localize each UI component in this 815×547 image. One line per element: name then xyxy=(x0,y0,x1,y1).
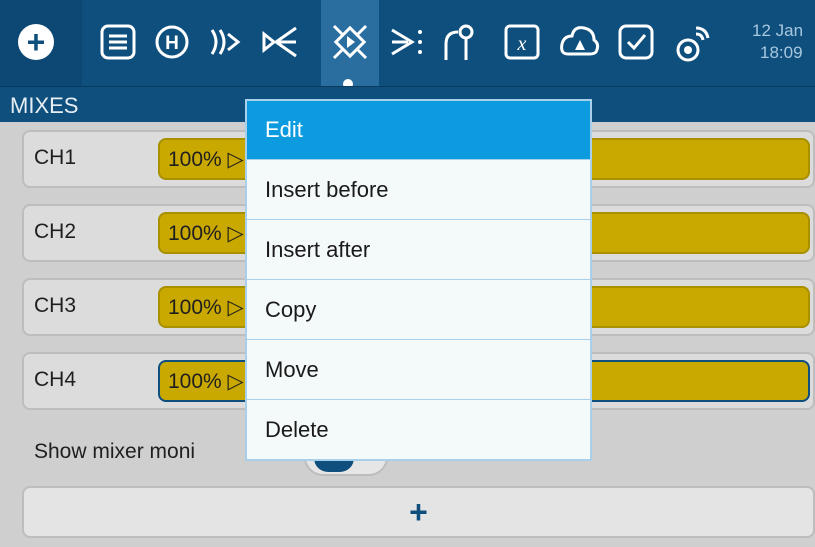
menu-item-label: Edit xyxy=(265,117,303,142)
curves-icon[interactable] xyxy=(440,20,484,64)
add-icon: + xyxy=(409,494,428,530)
inputs-icon[interactable] xyxy=(258,20,302,64)
section-title: MIXES xyxy=(10,93,79,118)
context-menu: Edit Insert before Insert after Copy Mov… xyxy=(245,99,592,461)
menu-item-label: Move xyxy=(265,357,319,382)
date-time: 12 Jan 18:09 xyxy=(752,20,815,64)
mix-weight: 100% ▷ xyxy=(168,222,244,245)
model-list-icon[interactable] xyxy=(96,20,140,64)
show-mixer-monitor-label: Show mixer moni xyxy=(34,440,196,463)
global-vars-icon[interactable]: x xyxy=(500,20,544,64)
special-functions-icon[interactable] xyxy=(614,20,658,64)
channel-label: CH1 xyxy=(34,146,77,169)
menu-item-insert-after[interactable]: Insert after xyxy=(247,221,590,280)
menu-item-label: Insert after xyxy=(265,237,371,262)
mixes-icon[interactable] xyxy=(328,20,372,64)
add-mix-button[interactable]: + xyxy=(22,486,815,538)
logical-switches-icon[interactable] xyxy=(558,20,602,64)
menu-circle-plus-icon: + xyxy=(18,24,54,60)
menu-item-delete[interactable]: Delete xyxy=(247,401,590,460)
menu-item-insert-before[interactable]: Insert before xyxy=(247,161,590,220)
menu-item-move[interactable]: Move xyxy=(247,341,590,400)
channel-label: CH3 xyxy=(34,294,77,317)
channel-label: CH2 xyxy=(34,220,77,243)
main-menu-button[interactable]: + xyxy=(0,0,82,86)
mix-weight: 100% ▷ xyxy=(168,296,244,319)
menu-item-copy[interactable]: Copy xyxy=(247,281,590,340)
mix-weight: 100% ▷ xyxy=(168,148,244,171)
svg-text:x: x xyxy=(517,33,527,55)
top-bar: + H x 12 Jan 18:09 xyxy=(0,0,815,92)
svg-text:H: H xyxy=(165,33,179,54)
menu-item-label: Insert before xyxy=(265,177,389,202)
date-label: 12 Jan xyxy=(752,21,804,40)
menu-item-label: Delete xyxy=(265,417,329,442)
heli-icon[interactable]: H xyxy=(150,20,194,64)
channel-label: CH4 xyxy=(34,368,77,391)
menu-item-label: Copy xyxy=(265,297,317,322)
mix-weight: 100% ▷ xyxy=(168,370,244,393)
outputs-icon[interactable] xyxy=(386,20,430,64)
telemetry-icon[interactable] xyxy=(672,20,716,64)
menu-item-edit[interactable]: Edit xyxy=(247,101,590,160)
flight-modes-icon[interactable] xyxy=(204,20,248,64)
time-label: 18:09 xyxy=(760,43,803,62)
